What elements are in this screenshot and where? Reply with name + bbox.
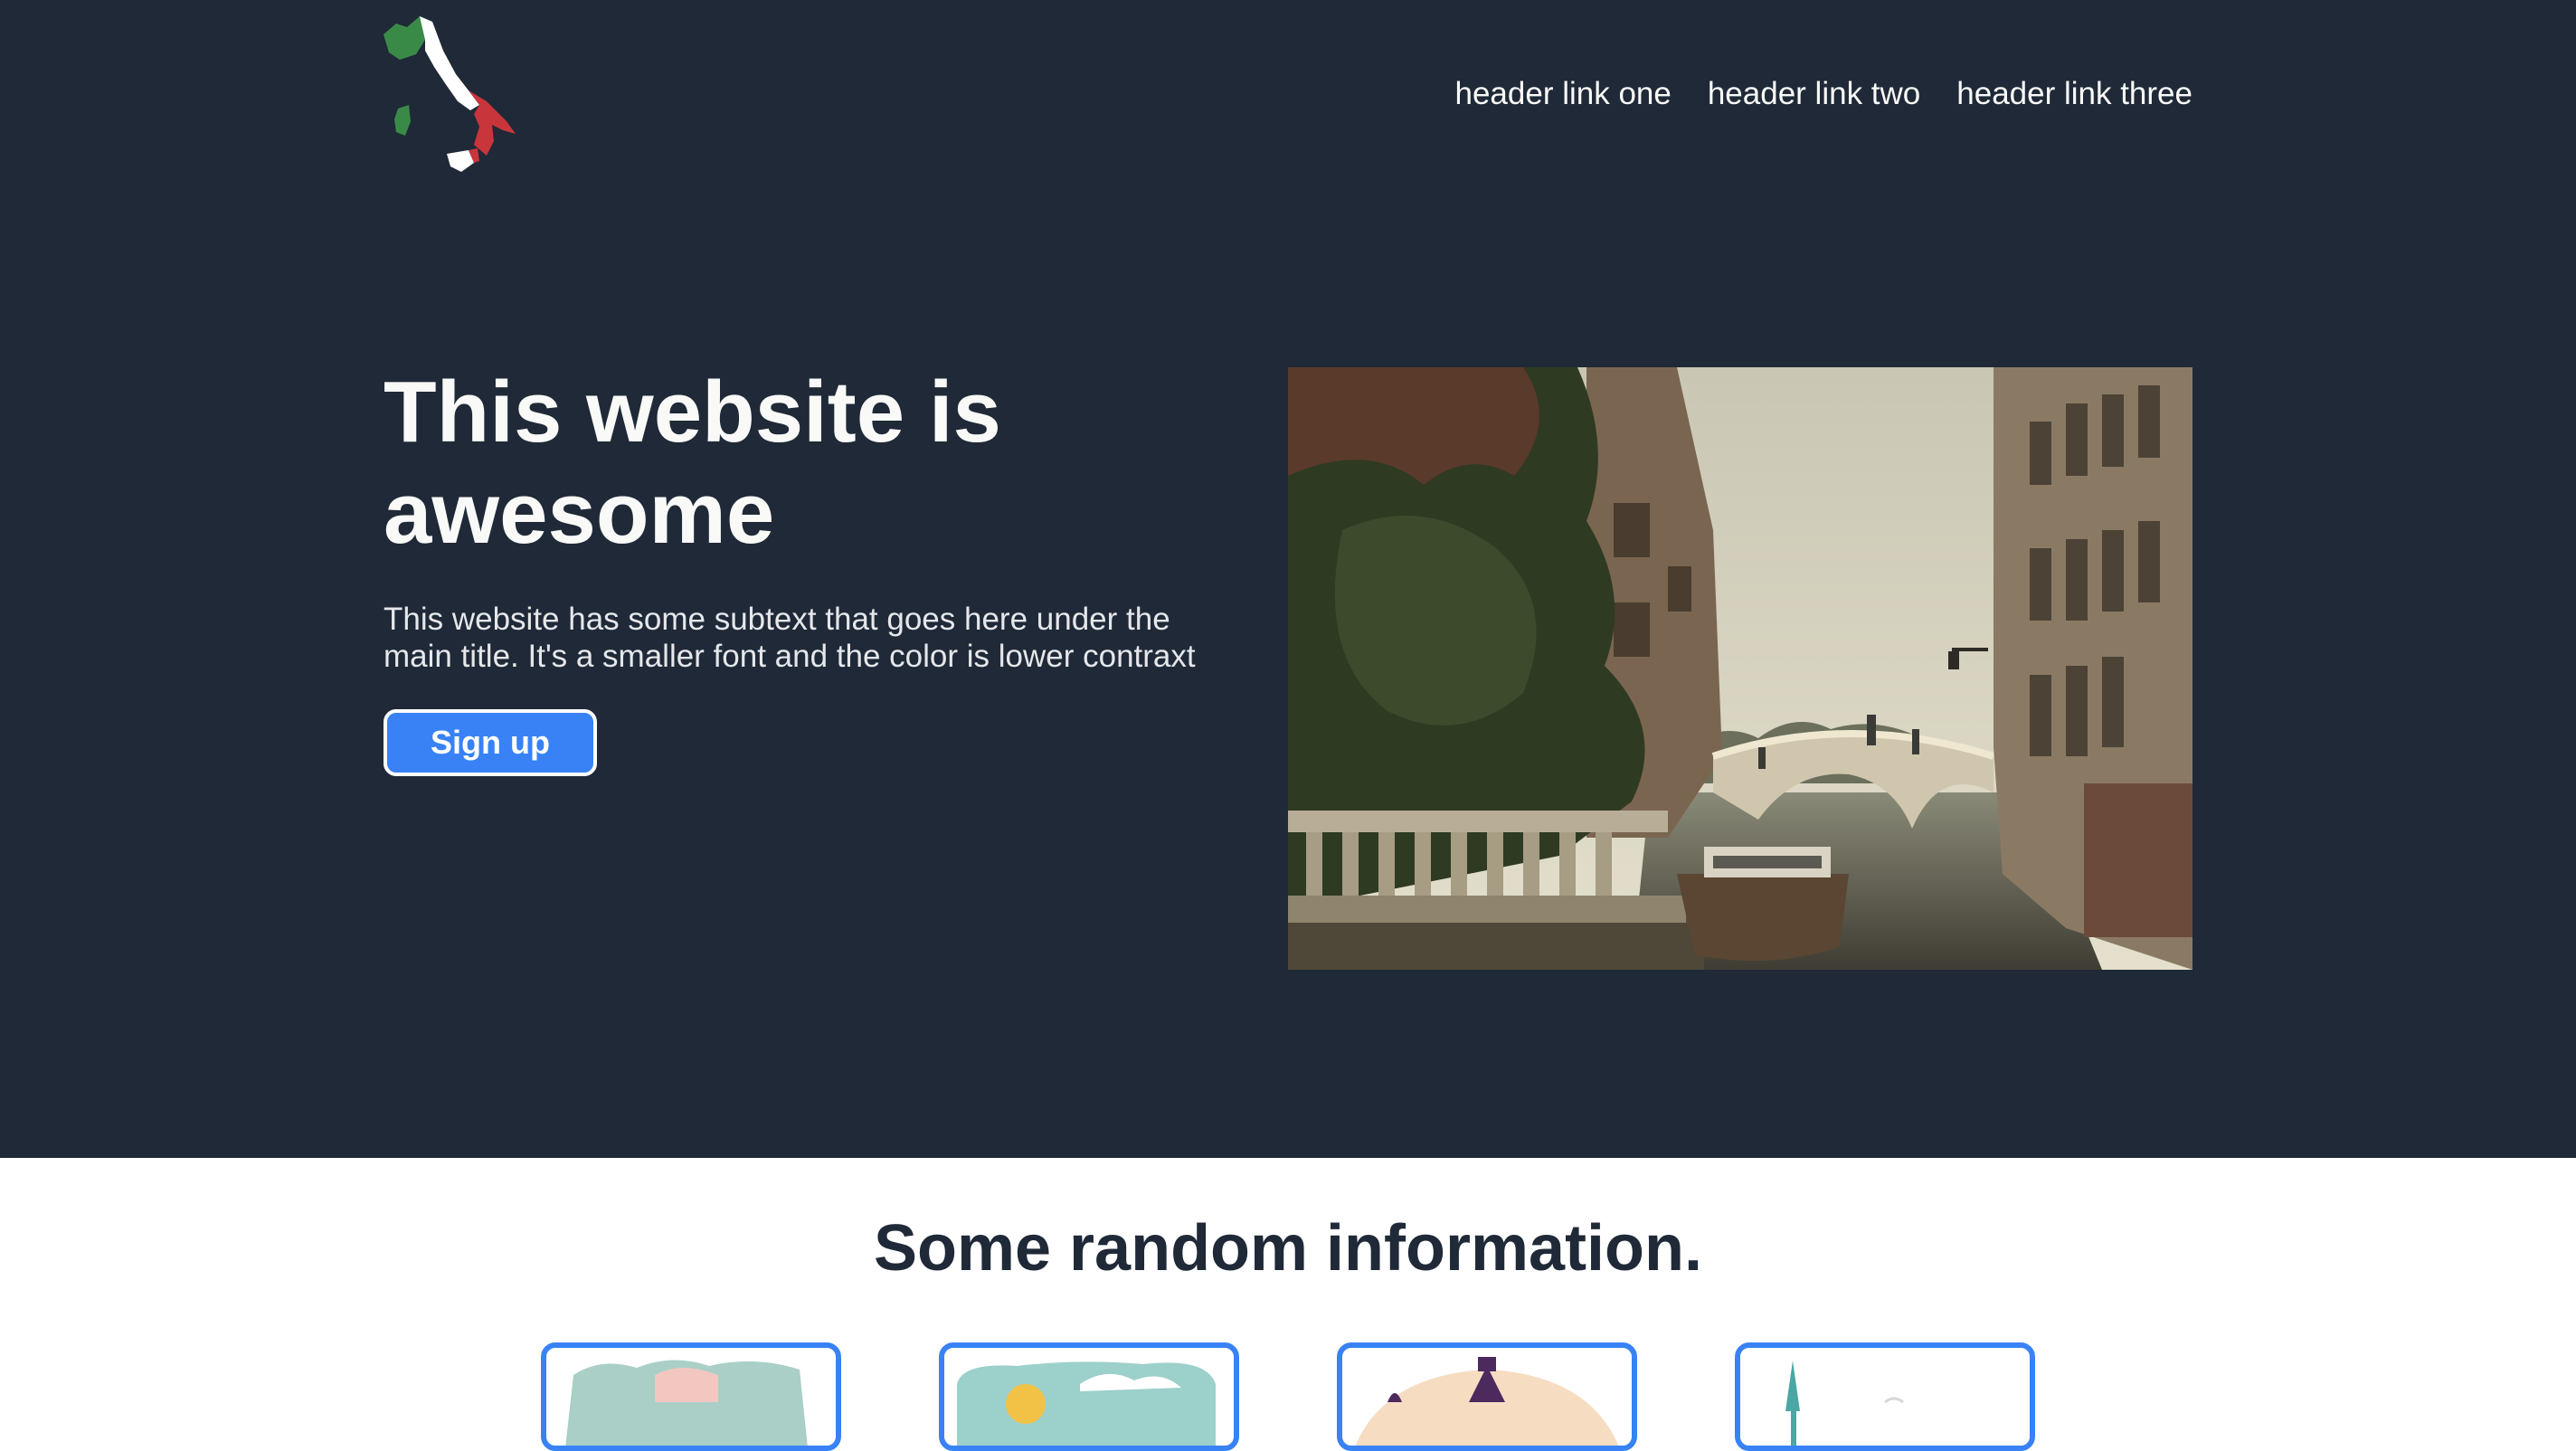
nav-link-one[interactable]: header link one bbox=[1455, 69, 1672, 119]
venice-canal-photo bbox=[1288, 367, 2192, 970]
info-card-3[interactable] bbox=[1337, 1342, 1637, 1451]
hero-text-block: This website is awesome This website has… bbox=[384, 362, 1216, 776]
info-section-title: Some random information. bbox=[873, 1212, 1703, 1285]
nav-link-two[interactable]: header link two bbox=[1708, 69, 1920, 119]
italy-logo-icon[interactable] bbox=[380, 14, 525, 174]
sign-up-button[interactable]: Sign up bbox=[384, 709, 597, 776]
nav-link-three[interactable]: header link three bbox=[1956, 69, 2192, 119]
info-card-2[interactable] bbox=[939, 1342, 1239, 1451]
hero-subtitle: This website has some subtext that goes … bbox=[384, 602, 1196, 674]
header-nav: header link one header link two header l… bbox=[1455, 69, 2193, 119]
hero-section: header link one header link two header l… bbox=[0, 0, 2576, 1158]
info-card-1[interactable] bbox=[541, 1342, 841, 1451]
info-card-4[interactable] bbox=[1735, 1342, 2035, 1451]
hero-title: This website is awesome bbox=[384, 364, 1001, 562]
